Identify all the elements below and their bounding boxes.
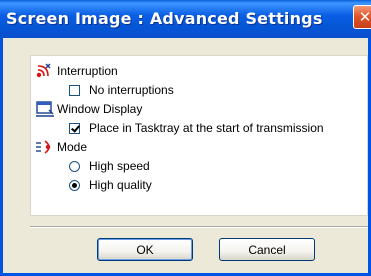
no-interruptions-checkbox[interactable]	[69, 84, 80, 96]
close-button[interactable]: ✕	[353, 5, 371, 29]
high-speed-option[interactable]: High speed	[69, 157, 150, 175]
high-quality-label: High quality	[89, 178, 152, 192]
cancel-button[interactable]: Cancel	[219, 238, 315, 261]
high-speed-radio[interactable]	[69, 160, 80, 172]
high-quality-radio[interactable]	[69, 179, 80, 191]
close-icon: ✕	[358, 8, 371, 26]
tasktray-option[interactable]: Place in Tasktray at the start of transm…	[69, 119, 324, 137]
window-display-icon	[35, 100, 55, 118]
no-interruptions-option[interactable]: No interruptions	[69, 81, 174, 99]
mode-icon	[35, 138, 55, 156]
no-interruptions-label: No interruptions	[89, 83, 174, 97]
title-bar[interactable]: Screen Image : Advanced Settings ✕	[0, 0, 371, 38]
high-speed-label: High speed	[89, 159, 150, 173]
section-mode-label: Mode	[57, 140, 88, 154]
section-window-display: Window Display	[35, 100, 142, 118]
settings-panel: Interruption No interruptions Window Dis…	[30, 55, 368, 216]
tasktray-checkbox[interactable]	[69, 122, 80, 134]
high-quality-option[interactable]: High quality	[69, 176, 152, 194]
section-window-display-label: Window Display	[57, 102, 143, 116]
dialog-title: Screen Image : Advanced Settings	[6, 9, 323, 28]
section-interruption-label: Interruption	[57, 64, 118, 78]
interruption-icon	[35, 62, 55, 80]
button-divider	[30, 226, 368, 228]
ok-button[interactable]: OK	[97, 238, 193, 261]
tasktray-label: Place in Tasktray at the start of transm…	[89, 121, 324, 135]
section-interruption: Interruption	[35, 62, 118, 80]
section-mode: Mode	[35, 138, 87, 156]
